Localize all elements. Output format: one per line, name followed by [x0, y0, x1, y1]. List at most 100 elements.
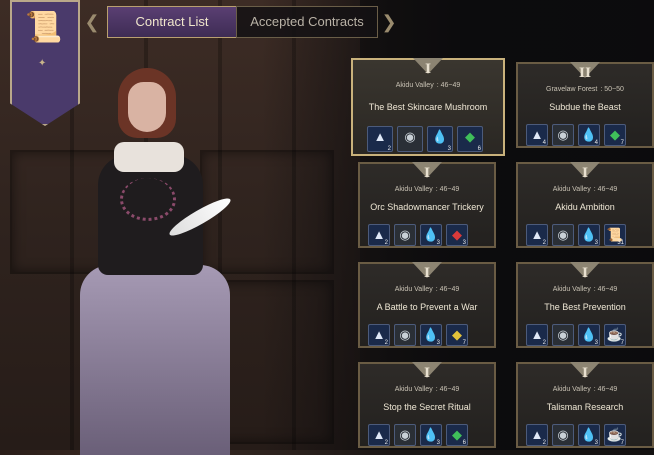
reward-slot[interactable]: ☕ 7	[604, 324, 626, 346]
reward-count: 6	[462, 440, 466, 446]
contract-tier: I	[423, 266, 431, 281]
silver-coin-icon: ◉	[399, 427, 411, 442]
contract-card[interactable]: I Akidu Valley: 46~49 Stop the Secret Ritu…	[358, 362, 496, 448]
level-range: : 46~49	[435, 286, 460, 293]
reward-slot[interactable]: ▲ 2	[367, 126, 393, 152]
level-range: : 46~49	[436, 82, 461, 89]
reward-slot[interactable]: ◉	[552, 324, 574, 346]
contract-region: Akidu Valley: 46~49	[360, 386, 494, 393]
reward-count: 31	[617, 240, 624, 246]
reward-slot[interactable]: ◉	[552, 224, 574, 246]
reward-count: 7	[462, 340, 466, 346]
contract-name: Orc Shadowmancer Trickery	[370, 202, 484, 212]
reward-slot[interactable]: ◆ 6	[457, 126, 483, 152]
reward-count: 4	[542, 140, 546, 146]
contract-tier: I	[423, 166, 431, 181]
level-range: : 50~50	[600, 86, 624, 93]
reward-slot[interactable]: ◆ 7	[446, 324, 468, 346]
reward-count: 7	[620, 440, 624, 446]
reward-slot[interactable]: ◉	[394, 324, 416, 346]
region-name: Akidu Valley	[552, 286, 591, 293]
reward-count: 3	[447, 146, 451, 152]
silver-coin-icon: ◉	[557, 427, 569, 442]
contract-tier: I	[423, 366, 431, 381]
contract-card[interactable]: I Akidu Valley: 46~49 The Best Prevention ▲…	[516, 262, 654, 348]
reward-slot[interactable]: ☕ 7	[604, 424, 626, 446]
reward-slot[interactable]: ▲ 4	[526, 124, 548, 146]
reward-slot[interactable]: ◉	[552, 424, 574, 446]
contract-card[interactable]: II Gravelaw Forest: 50~50 Subdue the Beast…	[516, 62, 654, 148]
contract-name: Subdue the Beast	[549, 102, 621, 112]
reward-slot[interactable]: 📜 31	[604, 224, 626, 246]
reward-slot[interactable]: ▲ 2	[368, 324, 390, 346]
silver-coin-icon: ◉	[399, 227, 411, 242]
contract-card[interactable]: I Akidu Valley: 46~49 Akidu Ambition ▲ 2 ◉ 💧 3 📜…	[516, 162, 654, 248]
level-range: : 46~49	[435, 386, 460, 393]
level-range: : 46~49	[593, 186, 618, 193]
reward-slot[interactable]: ◆ 3	[446, 224, 468, 246]
contract-region: Gravelaw Forest: 50~50	[518, 86, 652, 93]
scroll-stack-icon: 📜	[25, 11, 63, 44]
reward-list: ▲ 2 ◉ 💧 3 ◆ 7	[368, 324, 468, 346]
reward-count: 2	[384, 240, 388, 246]
reward-list: ▲ 2 ◉ 💧 3 ☕ 7	[526, 324, 626, 346]
region-name: Gravelaw Forest	[546, 86, 598, 93]
silver-coin-icon: ◉	[557, 127, 569, 142]
contract-region: Akidu Valley: 46~49	[518, 186, 652, 193]
tab-bar: ❮ Contract List Accepted Contracts ❯	[80, 6, 405, 38]
reward-slot[interactable]: 💧 3	[578, 424, 600, 446]
reward-slot[interactable]: ◉	[397, 126, 423, 152]
contract-region: Akidu Valley: 46~49	[353, 82, 503, 89]
level-range: : 46~49	[593, 386, 618, 393]
reward-slot[interactable]: 💧 3	[420, 224, 442, 246]
contract-tier: I	[581, 366, 589, 381]
contract-name: A Battle to Prevent a War	[376, 302, 478, 312]
contract-card[interactable]: I Akidu Valley: 46~49 The Best Skincare Mu…	[351, 58, 505, 156]
reward-slot[interactable]: ◉	[552, 124, 574, 146]
reward-count: 2	[542, 440, 546, 446]
reward-slot[interactable]: ◉	[394, 224, 416, 246]
reward-slot[interactable]: 💧 4	[578, 124, 600, 146]
reward-slot[interactable]: 💧 3	[427, 126, 453, 152]
reward-slot[interactable]: ◆ 7	[604, 124, 626, 146]
reward-slot[interactable]: 💧 3	[578, 224, 600, 246]
tab-contract-list[interactable]: Contract List	[107, 6, 237, 38]
contract-card[interactable]: I Akidu Valley: 46~49 A Battle to Prevent …	[358, 262, 496, 348]
reward-slot[interactable]: 💧 3	[420, 324, 442, 346]
reward-count: 2	[384, 440, 388, 446]
reward-count: 2	[542, 340, 546, 346]
reward-slot[interactable]: ▲ 2	[368, 224, 390, 246]
reward-count: 2	[542, 240, 546, 246]
reward-count: 7	[620, 140, 624, 146]
level-range: : 46~49	[593, 286, 618, 293]
contract-name: Talisman Research	[546, 402, 624, 412]
region-name: Akidu Valley	[394, 286, 433, 293]
reward-slot[interactable]: 💧 3	[420, 424, 442, 446]
reward-slot[interactable]: ▲ 2	[368, 424, 390, 446]
silver-coin-icon: ◉	[557, 227, 569, 242]
reward-slot[interactable]: ◆ 6	[446, 424, 468, 446]
reward-list: ▲ 2 ◉ 💧 3 ☕ 7	[526, 424, 626, 446]
contract-tier: I	[424, 62, 432, 77]
reward-list: ▲ 2 ◉ 💧 3 ◆ 3	[368, 224, 468, 246]
reward-count: 3	[594, 440, 598, 446]
reward-slot[interactable]: ▲ 2	[526, 324, 548, 346]
reward-slot[interactable]: ▲ 2	[526, 424, 548, 446]
contract-region: Akidu Valley: 46~49	[360, 186, 494, 193]
reward-count: 2	[384, 340, 388, 346]
contract-tier: I	[581, 166, 589, 181]
reward-list: ▲ 2 ◉ 💧 3 ◆ 6	[368, 424, 468, 446]
contract-tier: II	[578, 66, 592, 81]
region-name: Akidu Valley	[552, 386, 591, 393]
contract-name: Stop the Secret Ritual	[383, 402, 471, 412]
reward-slot[interactable]: 💧 3	[578, 324, 600, 346]
contract-card[interactable]: I Akidu Valley: 46~49 Talisman Research ▲ 2 ◉…	[516, 362, 654, 448]
tab-bar-left-ornament-icon: ❮	[84, 12, 100, 32]
contract-region: Akidu Valley: 46~49	[518, 286, 652, 293]
reward-slot[interactable]: ◉	[394, 424, 416, 446]
reward-list: ▲ 2 ◉ 💧 3 📜 31	[526, 224, 626, 246]
tab-accepted-contracts[interactable]: Accepted Contracts	[236, 6, 378, 38]
reward-count: 3	[436, 240, 440, 246]
reward-slot[interactable]: ▲ 2	[526, 224, 548, 246]
contract-card[interactable]: I Akidu Valley: 46~49 Orc Shadowmancer Tri…	[358, 162, 496, 248]
